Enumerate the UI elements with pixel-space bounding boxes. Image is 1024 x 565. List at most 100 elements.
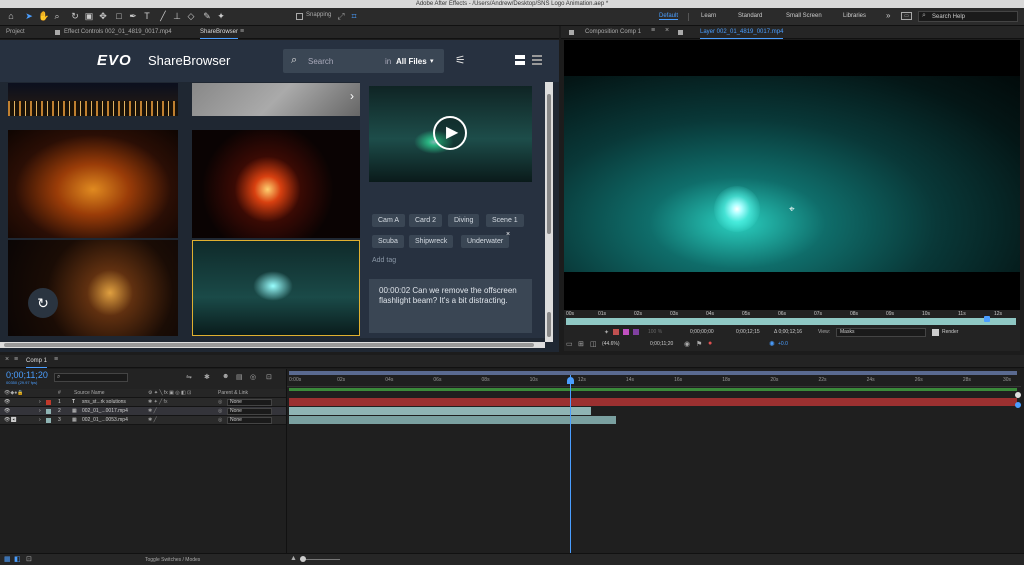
pickwhip-icon[interactable]: ◎: [218, 416, 222, 425]
tab-comp-1[interactable]: Comp 1: [26, 355, 48, 368]
comp-flowchart-icon[interactable]: ⇋: [186, 373, 192, 381]
comment-card[interactable]: 00:00:02 Can we remove the offscreen fla…: [369, 279, 532, 333]
workspace-default[interactable]: Default: [659, 13, 679, 20]
layer-switches-icon[interactable]: ✱ ╱: [148, 416, 157, 425]
rotate-tool-icon[interactable]: ↻: [70, 11, 80, 21]
layer-time-ruler[interactable]: 00s 01s 02s 03s 04s 05s 06s 07s 08s 09s …: [564, 310, 1020, 327]
panel-menu-icon[interactable]: ≡: [651, 27, 655, 34]
snapping-checkbox[interactable]: [296, 13, 303, 20]
tag-chip[interactable]: Shipwreck: [409, 235, 454, 248]
expand-chevron-icon[interactable]: ›: [39, 407, 41, 416]
anchor-point-icon[interactable]: ⌖: [789, 204, 795, 215]
search-scope-dropdown[interactable]: All Files: [396, 57, 427, 66]
opacity-value[interactable]: 100 %: [648, 329, 662, 335]
close-icon[interactable]: ×: [5, 356, 9, 363]
eye-audio-icon[interactable]: 👁◀: [4, 416, 17, 425]
clone-stamp-tool-icon[interactable]: ⊥: [172, 11, 182, 21]
tab-sharebrowser[interactable]: ShareBrowser: [200, 26, 239, 39]
thumbnail-city-night[interactable]: [8, 83, 178, 116]
view-dropdown[interactable]: Masks: [836, 328, 926, 337]
layer-name[interactable]: 002_01_...0053.mp4: [82, 416, 128, 425]
layer-row[interactable]: 👁◀ › 3 ▦ 002_01_...0053.mp4 ✱ ╱ ◎ None: [0, 416, 286, 425]
pickwhip-icon[interactable]: ◎: [218, 407, 222, 416]
magnification-icon[interactable]: ▭: [566, 340, 573, 348]
roto-brush-tool-icon[interactable]: ✎: [202, 11, 212, 21]
pickwhip-icon[interactable]: ◎: [218, 398, 222, 407]
zoom-tool-icon[interactable]: ⌕: [52, 11, 62, 21]
scrollbar-thumb[interactable]: [547, 312, 551, 337]
hand-tool-icon[interactable]: ✋: [38, 11, 49, 21]
brush-tool-icon[interactable]: ╱: [158, 11, 168, 21]
layer-duration-bar[interactable]: [566, 318, 1016, 325]
current-time-indicator[interactable]: [567, 375, 574, 553]
thumbnail-campfire[interactable]: [192, 130, 360, 238]
eraser-tool-icon[interactable]: ◇: [186, 11, 196, 21]
snap-extend-icon[interactable]: ⌗: [349, 11, 359, 21]
label-color[interactable]: [46, 409, 51, 414]
label-color[interactable]: [46, 418, 51, 423]
selection-tool-icon[interactable]: ➤: [24, 11, 34, 21]
tag-chip[interactable]: Scene 1: [486, 214, 524, 227]
playhead[interactable]: [984, 316, 990, 322]
parent-dropdown[interactable]: None: [227, 408, 272, 415]
parent-dropdown[interactable]: None: [227, 417, 272, 424]
zoom-slider[interactable]: [300, 556, 340, 562]
tab-effect-controls[interactable]: Effect Controls 002_01_4819_0017.mp4: [64, 26, 172, 39]
more-workspaces-icon[interactable]: »: [886, 11, 890, 20]
timeline-track-area[interactable]: 0:00s 02s 04s 06s 08s 10s 12s 14s 16s 18s 20s 22s 24…: [286, 369, 1021, 553]
tag-chip[interactable]: Cam A: [372, 214, 406, 227]
exposure-icon[interactable]: ✺: [769, 340, 775, 348]
tag-chip[interactable]: Underwater: [461, 235, 510, 248]
snapshot-icon[interactable]: ◉: [684, 340, 690, 348]
playhead-handle[interactable]: [567, 377, 574, 384]
pin-icon[interactable]: ✦: [604, 329, 609, 336]
lock-icon[interactable]: [569, 30, 574, 35]
search-input[interactable]: ⌕ Search in All Files ▾: [283, 49, 444, 73]
timeline-search-input[interactable]: ⌕: [54, 373, 128, 382]
column-source-name[interactable]: Source Name: [74, 390, 105, 396]
out-point[interactable]: 0;00;12;15: [736, 329, 760, 335]
preview-player[interactable]: ▶: [369, 86, 532, 182]
workspace-learn[interactable]: Learn: [701, 13, 716, 19]
tag-chip[interactable]: Diving: [448, 214, 480, 227]
layer-row[interactable]: 👁 › 2 ▦ 002_01_...0017.mp4 ✱ ╱ ◎ None: [0, 407, 286, 416]
grid-icon[interactable]: ⊞: [578, 340, 584, 348]
zoom-out-icon[interactable]: ▲: [290, 555, 297, 562]
exposure-value[interactable]: +0.0: [778, 341, 788, 347]
snap-option-icon[interactable]: ⤢: [336, 11, 346, 21]
timeline-scroll[interactable]: [1014, 392, 1022, 412]
sync-settings-icon[interactable]: ▭: [901, 12, 912, 20]
chevron-right-icon[interactable]: ›: [350, 89, 354, 103]
parent-dropdown[interactable]: None: [227, 399, 272, 406]
rectangle-tool-icon[interactable]: □: [114, 11, 124, 21]
layer-bar-1[interactable]: [289, 398, 1017, 406]
frame-blending-icon[interactable]: ▤: [236, 373, 243, 381]
tag-chip[interactable]: Scuba: [372, 235, 404, 248]
duration[interactable]: Δ 0;00;12;16: [774, 329, 802, 335]
expand-chevron-icon[interactable]: ›: [39, 398, 41, 407]
color-swatch[interactable]: [623, 329, 629, 335]
channel-icon[interactable]: ●: [708, 340, 712, 347]
layer-bar-2[interactable]: [289, 407, 591, 415]
motion-blur-icon[interactable]: ◎: [250, 373, 256, 381]
shy-icon[interactable]: ☻: [222, 373, 229, 380]
zoom-level[interactable]: (44.6%): [602, 341, 620, 347]
timeline-ruler[interactable]: 0:00s 02s 04s 06s 08s 10s 12s 14s 16s 18s 20s 22s 24…: [287, 375, 1021, 387]
type-tool-icon[interactable]: T: [142, 11, 152, 21]
eye-icon[interactable]: 👁: [4, 398, 10, 407]
workspace-libraries[interactable]: Libraries: [843, 13, 866, 19]
close-icon[interactable]: ×: [665, 27, 669, 34]
remove-tag-icon[interactable]: ×: [506, 231, 510, 238]
layer-bar-3[interactable]: [289, 416, 616, 424]
home-icon[interactable]: ⌂: [6, 11, 16, 21]
tab-layer[interactable]: Layer 002_01_4819_0017.mp4: [700, 26, 784, 39]
puppet-tool-icon[interactable]: ✦: [216, 11, 226, 21]
scrollbar-track[interactable]: [545, 82, 553, 342]
list-view-icon[interactable]: [532, 55, 542, 65]
eye-icon[interactable]: 👁: [4, 407, 10, 416]
toggle-switches-modes[interactable]: Toggle Switches / Modes: [145, 557, 200, 563]
pen-tool-icon[interactable]: ✒: [128, 11, 138, 21]
transfer-controls-icon[interactable]: ⊡: [26, 555, 32, 563]
label-color[interactable]: [46, 400, 51, 405]
color-swatch[interactable]: [613, 329, 619, 335]
